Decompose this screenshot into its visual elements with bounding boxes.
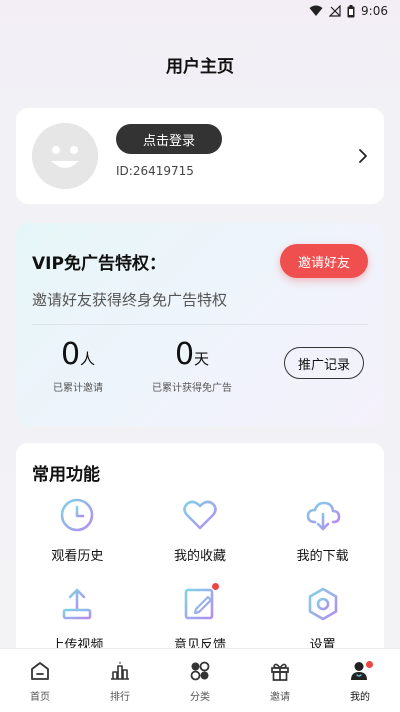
home-icon <box>31 662 49 680</box>
feature-favorites[interactable]: 我的收藏 <box>139 495 262 564</box>
status-bar: 9:06 <box>0 0 400 22</box>
heart-icon <box>183 500 217 530</box>
category-icon <box>190 661 210 681</box>
login-button[interactable]: 点击登录 <box>116 124 222 154</box>
user-id: ID:26419715 <box>116 164 194 178</box>
invite-friends-button[interactable]: 邀请好友 <box>280 244 368 278</box>
days-unit: 天 <box>194 350 210 368</box>
battery-icon <box>347 4 355 18</box>
features-grid: 观看历史 我的收藏 我的下载 上传视频 意见反馈 设置 <box>16 495 384 653</box>
feature-downloads[interactable]: 我的下载 <box>261 495 384 564</box>
vip-title: VIP免广告特权： <box>32 254 166 274</box>
features-card: 常用功能 观看历史 我的收藏 我的下载 上传视频 意见反馈 设置 <box>16 443 384 673</box>
notification-dot <box>366 661 373 668</box>
bottom-tab-bar: 首页 排行 分类 邀请 我的 <box>0 648 400 712</box>
profile-card[interactable]: 点击登录 ID:26419715 <box>16 108 384 204</box>
edit-icon <box>184 588 214 620</box>
feature-upload-video[interactable]: 上传视频 <box>16 584 139 653</box>
hexagon-settings-icon <box>308 587 337 621</box>
upload-icon <box>63 588 92 620</box>
page-title: 用户主页 <box>166 57 234 77</box>
divider <box>32 324 368 325</box>
invited-count: 0 <box>60 337 81 372</box>
cloud-download-icon <box>306 501 340 531</box>
feature-label: 观看历史 <box>51 549 104 564</box>
tab-label: 邀请 <box>270 692 290 703</box>
tab-mine[interactable]: 我的 <box>320 649 400 712</box>
ad-free-days-stat: 0天 已累计获得免广告 <box>132 337 252 394</box>
feedback-icon-wrap <box>180 583 220 624</box>
tab-home[interactable]: 首页 <box>0 649 80 712</box>
chevron-right-icon[interactable] <box>356 148 370 164</box>
invited-caption: 已累计邀请 <box>53 383 103 394</box>
features-title: 常用功能 <box>32 465 100 485</box>
clock-icon <box>61 498 94 532</box>
feature-feedback[interactable]: 意见反馈 <box>139 583 262 653</box>
feature-label: 我的收藏 <box>173 549 226 564</box>
notification-dot <box>211 583 219 590</box>
wifi-icon <box>309 5 323 17</box>
vip-subtitle: 邀请好友获得终身免广告特权 <box>32 291 228 309</box>
feature-label: 我的下载 <box>296 549 349 564</box>
avatar[interactable] <box>32 123 98 189</box>
tab-label: 排行 <box>110 692 130 703</box>
promotion-record-button[interactable]: 推广记录 <box>284 347 364 379</box>
signal-off-icon <box>329 5 341 17</box>
invited-stat: 0人 已累计邀请 <box>18 337 138 394</box>
feature-watch-history[interactable]: 观看历史 <box>16 495 139 564</box>
days-caption: 已累计获得免广告 <box>152 383 232 394</box>
vip-card: VIP免广告特权： 邀请好友 邀请好友获得终身免广告特权 0人 已累计邀请 0天… <box>16 223 384 426</box>
status-time: 9:06 <box>361 4 388 18</box>
gift-icon <box>271 663 289 681</box>
invited-unit: 人 <box>80 350 96 368</box>
rank-icon <box>111 661 129 680</box>
tab-invite[interactable]: 邀请 <box>240 649 320 712</box>
tab-category[interactable]: 分类 <box>160 649 240 712</box>
tab-ranking[interactable]: 排行 <box>80 649 160 712</box>
tab-label: 首页 <box>30 692 50 703</box>
tab-label: 分类 <box>190 692 210 703</box>
feature-settings[interactable]: 设置 <box>261 584 384 653</box>
tab-label: 我的 <box>350 692 370 703</box>
smiley-avatar-icon <box>32 123 98 189</box>
days-count: 0 <box>174 337 195 372</box>
